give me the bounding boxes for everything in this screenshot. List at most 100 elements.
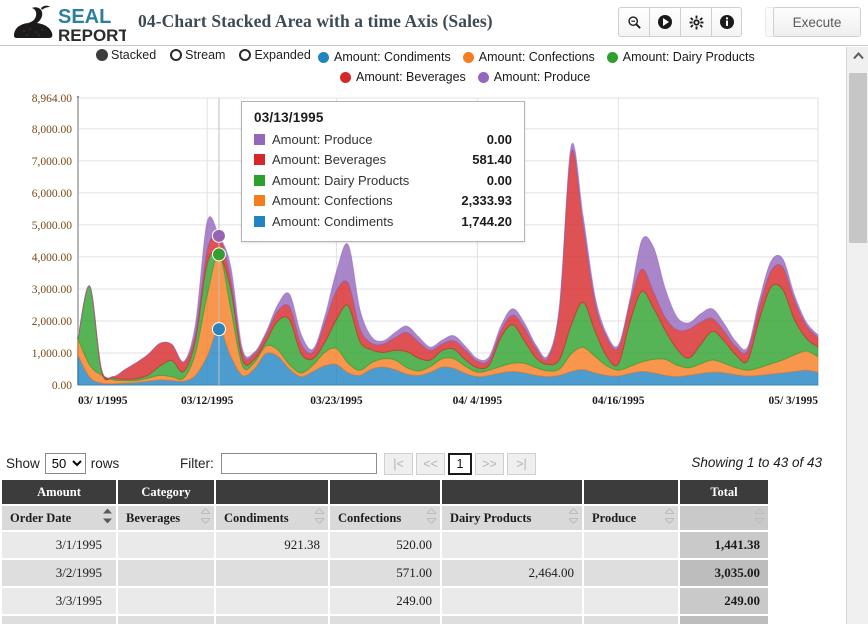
svg-text:03/12/1995: 03/12/1995	[181, 395, 234, 407]
tooltip-row: Amount: Condiments 1,744.20	[254, 211, 512, 232]
chart-mode-stacked-label: Stacked	[111, 48, 156, 62]
chart-legend-bar: Stacked Stream Expanded Amount: Condimen…	[0, 47, 846, 89]
column-header-dairy-products[interactable]: Dairy Products	[442, 506, 582, 530]
legend-item-condiments[interactable]: Amount: Condiments	[318, 50, 451, 64]
tooltip-row: Amount: Confections 2,333.93	[254, 191, 512, 212]
column-label: Dairy Products	[450, 511, 531, 525]
radio-empty-icon	[239, 49, 251, 61]
svg-text:3,000.00: 3,000.00	[32, 284, 73, 296]
page-number-1[interactable]: 1	[448, 453, 472, 475]
cell-dairy-products	[442, 616, 582, 624]
sort-icon[interactable]	[755, 509, 764, 528]
svg-text:8,964.00: 8,964.00	[32, 93, 73, 105]
legend-item-dairy-products[interactable]: Amount: Dairy Products	[607, 50, 755, 64]
chart-mode-stacked[interactable]: Stacked	[96, 48, 156, 62]
cell-dairy-products	[442, 532, 582, 558]
table-row[interactable]: 3/1/1995 921.38 520.00 1,441.38	[2, 532, 768, 558]
column-header-confections[interactable]: Confections	[330, 506, 440, 530]
rows-label: rows	[91, 456, 120, 471]
page-next-button[interactable]: >>	[475, 453, 504, 475]
zoom-icon[interactable]	[618, 7, 649, 37]
column-header-beverages[interactable]: Beverages	[118, 506, 214, 530]
sort-active-icon[interactable]	[103, 509, 112, 528]
column-header-condiments[interactable]: Condiments	[216, 506, 328, 530]
radio-filled-icon	[96, 49, 108, 61]
filter-input[interactable]	[221, 453, 377, 474]
results-table-container: Amount Category Total Order Date	[0, 478, 846, 624]
legend-item-produce[interactable]: Amount: Produce	[478, 70, 591, 84]
cell-condiments	[216, 588, 328, 614]
cell-condiments	[216, 560, 328, 586]
sort-icon[interactable]	[665, 509, 674, 528]
chart-mode-expanded-label: Expanded	[254, 48, 310, 62]
sort-icon[interactable]	[315, 509, 324, 528]
chart-mode-stream[interactable]: Stream	[170, 48, 225, 62]
column-label: Condiments	[224, 511, 289, 525]
tooltip-value: 0.00	[487, 173, 512, 188]
tooltip-row: Amount: Dairy Products 0.00	[254, 170, 512, 191]
legend-label: Amount: Dairy Products	[623, 50, 755, 64]
series-legend: Amount: Condiments Amount: Confections A…	[318, 47, 838, 87]
tooltip-row: Amount: Beverages 581.40	[254, 150, 512, 171]
gear-icon[interactable]	[680, 7, 711, 37]
scroll-up-button[interactable]	[847, 47, 868, 65]
table-row[interactable]: 3/2/1995 571.00 2,464.00 3,035.00	[2, 560, 768, 586]
page-first-button[interactable]: |<	[384, 453, 413, 475]
legend-label: Amount: Produce	[494, 70, 591, 84]
cell-total: 249.00	[680, 588, 768, 614]
seal-report-logo[interactable]: SEAL REPORT	[8, 2, 126, 44]
group-header-blank-4	[584, 480, 678, 504]
legend-swatch-icon	[340, 72, 351, 83]
cell-confections	[330, 616, 440, 624]
info-icon[interactable]	[711, 7, 742, 37]
sort-icon[interactable]	[569, 509, 578, 528]
tooltip-value: 581.40	[472, 152, 512, 167]
results-table: Amount Category Total Order Date	[0, 478, 770, 624]
rows-per-page-select[interactable]: 50	[45, 453, 86, 474]
group-header-total[interactable]: Total	[680, 480, 768, 504]
scroll-thumb[interactable]	[849, 73, 867, 243]
tooltip-swatch-icon	[254, 175, 265, 186]
legend-label: Amount: Confections	[479, 50, 595, 64]
column-header-total[interactable]	[680, 506, 768, 530]
cell-order-date: 3/1/1995	[2, 532, 116, 558]
tooltip-label: Amount: Confections	[272, 193, 461, 208]
tooltip-swatch-icon	[254, 134, 265, 145]
group-header-category[interactable]: Category	[118, 480, 214, 504]
sort-icon[interactable]	[201, 509, 210, 528]
tooltip-label: Amount: Beverages	[272, 152, 472, 167]
column-header-produce[interactable]: Produce	[584, 506, 678, 530]
cell-beverages	[118, 532, 214, 558]
cell-beverages	[118, 588, 214, 614]
tooltip-date: 03/13/1995	[254, 110, 512, 125]
sort-icon[interactable]	[427, 509, 436, 528]
legend-item-confections[interactable]: Amount: Confections	[463, 50, 595, 64]
group-header-amount[interactable]: Amount	[2, 480, 116, 504]
chart-mode-radio-group: Stacked Stream Expanded	[96, 48, 311, 62]
svg-text:4,000.00: 4,000.00	[32, 252, 73, 264]
cell-produce	[584, 532, 678, 558]
tooltip-swatch-icon	[254, 154, 265, 165]
legend-swatch-icon	[463, 52, 474, 63]
chart-mode-expanded[interactable]: Expanded	[239, 48, 310, 62]
execute-circle-icon[interactable]	[649, 7, 680, 37]
execute-button[interactable]: Execute	[773, 7, 861, 37]
filter-control: Filter:	[180, 453, 377, 474]
page-scrollbar[interactable]	[846, 47, 868, 624]
svg-text:03/ 1/1995: 03/ 1/1995	[78, 395, 128, 407]
table-row[interactable]: 3/3/1995 249.00 249.00	[2, 588, 768, 614]
legend-item-beverages[interactable]: Amount: Beverages	[340, 70, 466, 84]
svg-text:8,000.00: 8,000.00	[32, 124, 73, 136]
legend-swatch-icon	[478, 72, 489, 83]
page-last-button[interactable]: >|	[507, 453, 536, 475]
column-header-order-date[interactable]: Order Date	[2, 506, 116, 530]
tooltip-label: Amount: Dairy Products	[272, 173, 487, 188]
svg-text:6,000.00: 6,000.00	[32, 188, 73, 200]
table-row[interactable]	[2, 616, 768, 624]
tooltip-swatch-icon	[254, 216, 265, 227]
cell-produce	[584, 588, 678, 614]
chevron-up-icon	[853, 52, 864, 60]
tooltip-value: 2,333.93	[461, 193, 512, 208]
svg-text:03/23/1995: 03/23/1995	[310, 395, 363, 407]
page-prev-button[interactable]: <<	[416, 453, 445, 475]
